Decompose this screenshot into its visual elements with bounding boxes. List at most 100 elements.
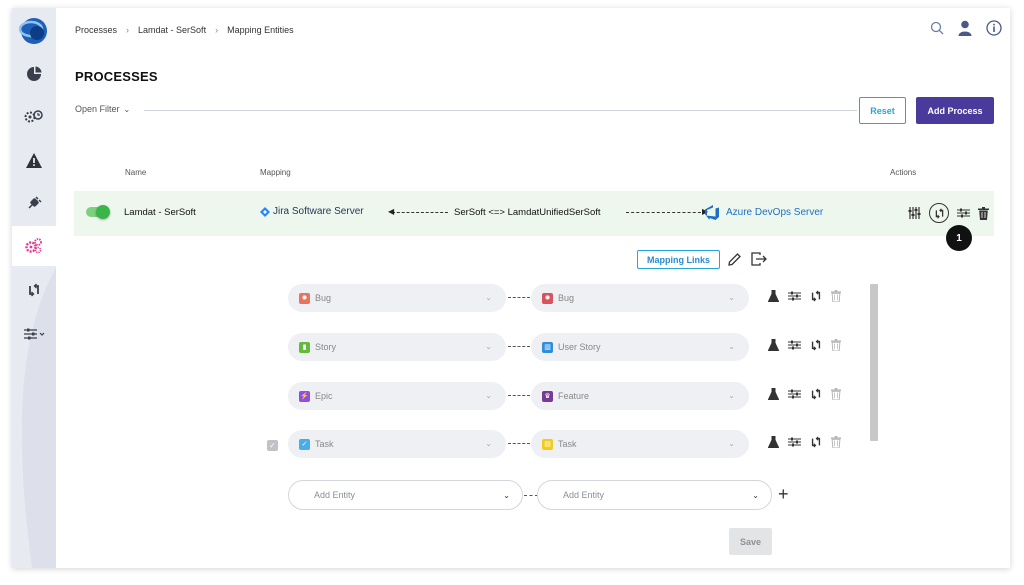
left-entity-select[interactable]: ✹ Bug ⌄ xyxy=(288,284,506,312)
breadcrumb-item-current: Mapping Entities xyxy=(227,25,294,35)
gears-icon xyxy=(25,238,42,254)
add-entity-right-placeholder: Add Entity xyxy=(563,490,605,500)
sliders-icon[interactable] xyxy=(788,388,801,400)
right-entity-select[interactable]: ✹ Bug ⌄ xyxy=(531,284,749,312)
left-entity-select[interactable]: ⚡ Epic ⌄ xyxy=(288,382,506,410)
flask-icon[interactable] xyxy=(768,290,779,302)
mapping-arrow-right xyxy=(626,212,706,213)
entity-actions xyxy=(768,339,841,351)
warning-icon xyxy=(26,152,42,168)
sync-icon[interactable] xyxy=(810,436,822,448)
trash-icon[interactable] xyxy=(831,388,841,400)
sidebar-item-dashboard[interactable] xyxy=(12,54,56,94)
right-entity-select[interactable]: ▤ Task ⌄ xyxy=(531,430,749,458)
enable-toggle[interactable] xyxy=(86,205,110,219)
chevron-right-icon: › xyxy=(126,25,130,35)
add-entity-left-placeholder: Add Entity xyxy=(314,490,356,500)
flask-icon[interactable] xyxy=(768,339,779,351)
bug-icon: ✹ xyxy=(299,292,310,304)
entity-mapping-row: ✓ Task ⌄ ▤ Task ⌄ xyxy=(288,430,868,458)
main-content: Processes › Lamdat - SerSoft › Mapping E… xyxy=(56,8,1010,568)
sync-action-button[interactable] xyxy=(929,203,949,223)
user-icon[interactable] xyxy=(958,20,972,36)
connector xyxy=(508,395,530,396)
entity-mapping-row: ✹ Bug ⌄ ✹ Bug ⌄ xyxy=(288,284,868,312)
page-title: PROCESSES xyxy=(75,69,158,84)
chevron-down-icon: ⌄ xyxy=(752,491,759,500)
sync-icon[interactable] xyxy=(810,290,822,302)
add-entity-left-select[interactable]: Add Entity ⌄ xyxy=(288,480,523,510)
flask-icon[interactable] xyxy=(768,436,779,448)
open-filter-toggle[interactable]: Open Filter ⌄ xyxy=(75,104,130,114)
save-button[interactable]: Save xyxy=(729,528,772,555)
right-entity-select[interactable]: ♛ Feature ⌄ xyxy=(531,382,749,410)
equalizer-icon[interactable] xyxy=(908,207,921,219)
right-system: Azure DevOps Server xyxy=(704,205,823,220)
add-entity-row: Add Entity ⌄ Add Entity ⌄ + xyxy=(288,480,808,510)
add-icon[interactable]: + xyxy=(778,484,789,505)
jira-icon xyxy=(260,206,270,217)
logo-icon[interactable] xyxy=(18,16,49,46)
trash-icon[interactable] xyxy=(831,436,841,448)
chevron-down-icon: ⌄ xyxy=(503,491,510,500)
sliders-icon[interactable] xyxy=(788,436,801,448)
reset-button[interactable]: Reset xyxy=(859,97,906,124)
add-entity-right-select[interactable]: Add Entity ⌄ xyxy=(537,480,772,510)
sliders-icon[interactable] xyxy=(957,207,970,219)
task-icon: ✓ xyxy=(299,438,310,450)
column-header-name: Name xyxy=(125,168,147,177)
connector xyxy=(508,297,530,298)
sliders-icon[interactable] xyxy=(788,290,801,302)
mapping-links-button[interactable]: Mapping Links xyxy=(637,250,720,269)
process-row[interactable]: Lamdat - SerSoft Jira Software Server ◀ … xyxy=(74,191,994,236)
chevron-down-icon: ⌄ xyxy=(728,391,735,400)
breadcrumb-item-process[interactable]: Lamdat - SerSoft xyxy=(138,25,206,35)
trophy-icon: ♛ xyxy=(542,390,553,402)
left-entity-select[interactable]: ✓ Task ⌄ xyxy=(288,430,506,458)
export-icon[interactable] xyxy=(751,252,767,266)
entity-actions xyxy=(768,388,841,400)
process-name: Lamdat - SerSoft xyxy=(124,207,196,218)
info-icon[interactable] xyxy=(986,20,1002,36)
pie-chart-icon xyxy=(27,66,42,81)
chevron-down-icon: ⌄ xyxy=(728,439,735,448)
sync-icon xyxy=(935,207,943,219)
chevron-down-icon: ⌄ xyxy=(728,293,735,302)
book-icon: ▥ xyxy=(542,341,553,353)
sidebar-item-systems[interactable] xyxy=(12,96,56,136)
chevron-down-icon: ⌄ xyxy=(485,342,492,351)
sliders-icon[interactable] xyxy=(788,339,801,351)
entity-actions xyxy=(768,436,841,448)
plug-icon xyxy=(28,196,42,209)
left-entity-label: Epic xyxy=(315,391,333,401)
sliders-icon xyxy=(24,328,45,340)
flask-icon[interactable] xyxy=(768,388,779,400)
pencil-icon[interactable] xyxy=(728,252,741,266)
right-entity-label: Bug xyxy=(558,293,575,303)
entity-checkbox[interactable]: ✓ xyxy=(267,440,278,451)
sidebar-item-processes[interactable] xyxy=(12,226,56,266)
search-icon[interactable] xyxy=(930,21,944,35)
sidebar-item-sync[interactable] xyxy=(12,270,56,310)
scrollbar[interactable] xyxy=(870,284,878,441)
sidebar-item-alerts[interactable] xyxy=(12,140,56,180)
sidebar-item-connectors[interactable] xyxy=(12,183,56,223)
trash-icon[interactable] xyxy=(831,290,841,302)
row-actions xyxy=(908,203,989,223)
arrow-left-icon: ◀ xyxy=(388,207,395,216)
right-entity-select[interactable]: ▥ User Story ⌄ xyxy=(531,333,749,361)
breadcrumb-item-processes[interactable]: Processes xyxy=(75,25,117,35)
add-process-button[interactable]: Add Process xyxy=(916,97,994,124)
left-entity-select[interactable]: ▮ Story ⌄ xyxy=(288,333,506,361)
sync-icon[interactable] xyxy=(810,339,822,351)
right-entity-label: Task xyxy=(558,439,577,449)
sync-icon[interactable] xyxy=(810,388,822,400)
trash-icon[interactable] xyxy=(978,206,989,220)
right-entity-label: User Story xyxy=(558,342,601,352)
chevron-right-icon: › xyxy=(215,25,219,35)
column-header-actions: Actions xyxy=(890,168,917,177)
trash-icon[interactable] xyxy=(831,339,841,351)
left-entity-label: Task xyxy=(315,439,334,449)
sidebar-item-settings[interactable] xyxy=(12,314,56,354)
right-entity-label: Feature xyxy=(558,391,590,401)
